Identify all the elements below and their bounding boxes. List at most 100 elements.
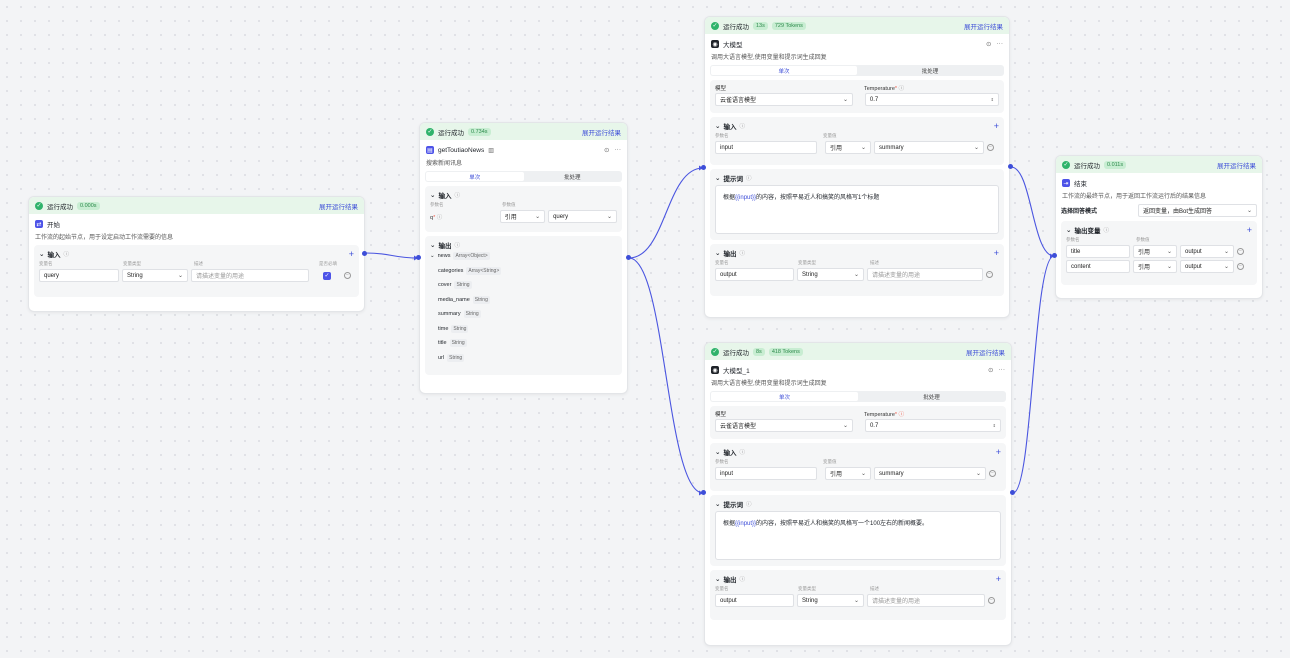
chevron-down-icon[interactable]: ⌄ bbox=[715, 575, 720, 583]
news-plugin-node[interactable]: ✓ 运行成功 0.734s 展开运行结果 ▤ getToutiaoNews ▥ … bbox=[419, 122, 628, 394]
description-input[interactable]: 请描述变量的用途 bbox=[867, 594, 985, 607]
temperature-input[interactable]: 0.7 ⇕ bbox=[864, 419, 1001, 432]
expand-result-link[interactable]: 展开运行结果 bbox=[966, 347, 1005, 357]
expand-result-link[interactable]: 展开运行结果 bbox=[964, 21, 1003, 31]
remove-row-icon[interactable]: − bbox=[988, 597, 995, 604]
param-value-select[interactable]: summary ⌄ bbox=[874, 467, 986, 480]
add-output-button[interactable]: + bbox=[994, 248, 999, 258]
select-value: 引用 bbox=[830, 146, 843, 152]
output-type-select[interactable]: String ⌄ bbox=[797, 268, 864, 281]
prompt-text: 的内容，按照平易近人和搞笑的风格写一个100左右的新闻概要。 bbox=[756, 521, 929, 527]
input-port[interactable] bbox=[1052, 253, 1057, 258]
output-port[interactable] bbox=[362, 251, 367, 256]
required-checkbox[interactable]: ✓ bbox=[323, 271, 331, 280]
input-port[interactable] bbox=[416, 255, 421, 260]
stepper-icon[interactable]: ⇕ bbox=[991, 97, 994, 102]
variable-value-select[interactable]: output ⌄ bbox=[1180, 260, 1234, 273]
run-icon[interactable]: ⊙ bbox=[988, 366, 993, 374]
tab-batch[interactable]: 批处理 bbox=[857, 66, 1003, 75]
expand-result-link[interactable]: 展开运行结果 bbox=[1217, 160, 1256, 170]
variable-mode-select[interactable]: 引用 ⌄ bbox=[1133, 260, 1177, 273]
expand-result-link[interactable]: 展开运行结果 bbox=[319, 201, 358, 211]
prompt-textarea[interactable]: 根据{{input}}的内容，按照平易近人和搞笑的风格写一个100左右的新闻概要… bbox=[715, 511, 1001, 560]
chevron-down-icon[interactable]: ⌄ bbox=[715, 174, 720, 182]
remove-row-icon[interactable]: − bbox=[344, 272, 351, 279]
param-name-input[interactable]: input bbox=[715, 141, 817, 154]
param-name-input[interactable]: input bbox=[715, 467, 817, 480]
variable-name-input[interactable]: content bbox=[1066, 260, 1130, 273]
model-select[interactable]: 云雀语言模型 ⌄ bbox=[715, 93, 854, 106]
section-title: 输出 bbox=[723, 576, 737, 584]
description-input[interactable]: 请描述变量的用途 bbox=[867, 268, 983, 281]
param-mode-select[interactable]: 引用 ⌄ bbox=[825, 467, 871, 480]
run-icon[interactable]: ⊙ bbox=[604, 146, 609, 154]
llm-node-1[interactable]: ✓ 运行成功 13s 729 Tokens 展开运行结果 ◉ 大模型 ⊙ ··· … bbox=[704, 16, 1010, 318]
tab-single[interactable]: 单次 bbox=[711, 66, 857, 75]
stepper-icon[interactable]: ⇕ bbox=[993, 423, 996, 428]
remove-row-icon[interactable]: − bbox=[1237, 263, 1244, 270]
start-node[interactable]: ✓ 运行成功 0.000s 展开运行结果 ⇄ 开始 工作流的起始节点，用于设定启… bbox=[28, 196, 365, 312]
answer-mode-select[interactable]: 返回变量，由Bot生成回答 ⌄ bbox=[1137, 204, 1257, 217]
output-port[interactable] bbox=[1008, 164, 1013, 169]
chevron-down-icon[interactable]: ⌄ bbox=[715, 122, 720, 130]
end-node[interactable]: ✓ 运行成功 0.011s 展开运行结果 ⇥ 结束 工作流的最终节点，用于返回工… bbox=[1055, 155, 1263, 299]
description-input[interactable]: 请描述变量的用途 bbox=[191, 269, 309, 282]
chevron-down-icon[interactable]: ⌄ bbox=[1066, 226, 1071, 234]
tab-single[interactable]: 单次 bbox=[426, 172, 524, 181]
variable-type-select[interactable]: String ⌄ bbox=[122, 269, 188, 282]
output-port[interactable] bbox=[1010, 490, 1015, 495]
chevron-down-icon[interactable]: ⌄ bbox=[715, 249, 720, 257]
add-input-button[interactable]: + bbox=[996, 447, 1001, 457]
field-type: String bbox=[449, 339, 467, 348]
temperature-input[interactable]: 0.7 ⇕ bbox=[864, 93, 999, 106]
add-output-button[interactable]: + bbox=[996, 574, 1001, 584]
input-port[interactable] bbox=[701, 165, 706, 170]
output-type-select[interactable]: String ⌄ bbox=[797, 594, 864, 607]
more-icon[interactable]: ··· bbox=[999, 366, 1006, 374]
chevron-down-icon[interactable]: ⌄ bbox=[715, 448, 720, 456]
prompt-textarea[interactable]: 根据{{input}}的内容，按照平易近人和搞笑的风格写1个标题 bbox=[715, 185, 999, 234]
output-name-input[interactable]: output bbox=[715, 268, 794, 281]
book-icon[interactable]: ▥ bbox=[488, 147, 494, 154]
more-icon[interactable]: ··· bbox=[615, 146, 622, 154]
run-icon[interactable]: ⊙ bbox=[986, 40, 991, 48]
remove-row-icon[interactable]: − bbox=[989, 470, 996, 477]
chevron-down-icon[interactable]: ⌄ bbox=[39, 250, 44, 258]
remove-row-icon[interactable]: − bbox=[987, 144, 994, 151]
param-value-select[interactable]: summary ⌄ bbox=[874, 141, 984, 154]
add-input-button[interactable]: + bbox=[994, 121, 999, 131]
param-mode-select[interactable]: 引用 ⌄ bbox=[499, 210, 546, 223]
model-select[interactable]: 云雀语言模型 ⌄ bbox=[715, 419, 854, 432]
edge-llm2-to-end bbox=[1012, 255, 1055, 494]
param-value-select[interactable]: query ⌄ bbox=[548, 210, 617, 223]
status-text: 运行成功 bbox=[47, 203, 73, 211]
chevron-down-icon[interactable]: ⌄ bbox=[430, 191, 435, 199]
output-name-input[interactable]: output bbox=[715, 594, 794, 607]
tab-single[interactable]: 单次 bbox=[711, 392, 858, 401]
add-variable-button[interactable]: + bbox=[1247, 225, 1252, 235]
output-port[interactable] bbox=[626, 255, 631, 260]
param-mode-select[interactable]: 引用 ⌄ bbox=[825, 141, 871, 154]
variable-mode-select[interactable]: 引用 ⌄ bbox=[1133, 245, 1177, 258]
llm-icon: ◉ bbox=[711, 40, 719, 48]
remove-row-icon[interactable]: − bbox=[1237, 248, 1244, 255]
more-icon[interactable]: ··· bbox=[997, 40, 1004, 48]
info-icon: ⓘ bbox=[745, 175, 752, 182]
tab-batch[interactable]: 批处理 bbox=[524, 172, 622, 181]
variable-name-input[interactable]: query bbox=[39, 269, 119, 282]
chevron-down-icon[interactable]: ⌄ bbox=[430, 241, 435, 249]
chevron-down-icon[interactable]: ⌄ bbox=[715, 500, 720, 508]
llm-node-2[interactable]: ✓ 运行成功 8s 418 Tokens 展开运行结果 ◉ 大模型_1 ⊙ ···… bbox=[704, 342, 1012, 646]
add-input-button[interactable]: + bbox=[349, 249, 354, 259]
chevron-down-icon[interactable]: ⌄ bbox=[430, 253, 435, 259]
expand-result-link[interactable]: 展开运行结果 bbox=[582, 127, 621, 137]
input-port[interactable] bbox=[701, 490, 706, 495]
temperature-label: Temperature* ⓘ bbox=[864, 85, 905, 92]
chevron-down-icon: ⌄ bbox=[860, 145, 866, 151]
variable-value-select[interactable]: output ⌄ bbox=[1180, 245, 1234, 258]
tab-batch[interactable]: 批处理 bbox=[858, 392, 1005, 401]
remove-row-icon[interactable]: − bbox=[986, 271, 993, 278]
prompt-text: 根据 bbox=[723, 521, 736, 527]
variable-name-input[interactable]: title bbox=[1066, 245, 1130, 258]
status-text: 运行成功 bbox=[723, 23, 749, 31]
